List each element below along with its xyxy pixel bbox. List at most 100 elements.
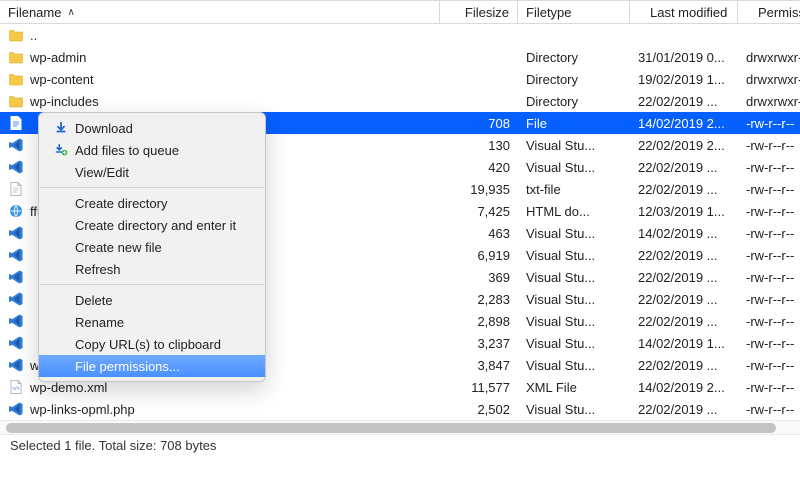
header-permissions[interactable]: Permissions <box>738 1 800 23</box>
ctx-delete[interactable]: Delete <box>39 289 265 311</box>
status-text: Selected 1 file. Total size: 708 bytes <box>10 438 216 453</box>
file-icon <box>8 181 24 197</box>
cell-modified: 22/02/2019 ... <box>630 244 738 266</box>
cell-filetype: Visual Stu... <box>518 134 630 156</box>
horizontal-scrollbar[interactable] <box>0 420 800 434</box>
cell-permissions: -rw-r--r-- <box>738 156 800 178</box>
ctx-download[interactable]: Download <box>39 117 265 139</box>
cell-filetype: XML File <box>518 376 630 398</box>
cell-filename: wp-includes <box>0 90 440 112</box>
filename-text: wp-includes <box>30 94 99 109</box>
ctx-copy-urls[interactable]: Copy URL(s) to clipboard <box>39 333 265 355</box>
context-menu: Download Add files to queue View/Edit Cr… <box>38 112 266 382</box>
cell-modified: 14/02/2019 1... <box>630 332 738 354</box>
cell-modified: 22/02/2019 ... <box>630 156 738 178</box>
cell-modified: 14/02/2019 ... <box>630 222 738 244</box>
cell-filesize: 708 <box>440 112 518 134</box>
table-row[interactable]: wp-contentDirectory19/02/2019 1...drwxrw… <box>0 68 800 90</box>
vscode-icon <box>8 247 24 263</box>
table-row[interactable]: wp-links-opml.php 2,502Visual Stu...22/02… <box>0 398 800 420</box>
table-row[interactable]: wp-includesDirectory22/02/2019 ...drwxrw… <box>0 90 800 112</box>
cell-modified: 12/03/2019 1... <box>630 200 738 222</box>
ctx-separator <box>40 284 264 285</box>
cell-filesize: 2,898 <box>440 310 518 332</box>
ctx-create-file[interactable]: Create new file <box>39 236 265 258</box>
cell-modified: 22/02/2019 ... <box>630 398 738 420</box>
cell-filename: wp-admin <box>0 46 440 68</box>
ctx-add-to-queue[interactable]: Add files to queue <box>39 139 265 161</box>
ctx-separator <box>40 187 264 188</box>
cell-modified <box>630 24 738 46</box>
cell-filetype: Visual Stu... <box>518 354 630 376</box>
cell-permissions: -rw-r--r-- <box>738 244 800 266</box>
cell-filesize <box>440 46 518 68</box>
ctx-view-edit[interactable]: View/Edit <box>39 161 265 183</box>
vscode-icon <box>8 225 24 241</box>
cell-permissions: -rw-r--r-- <box>738 398 800 420</box>
vscode-icon <box>8 335 24 351</box>
cell-filesize: 19,935 <box>440 178 518 200</box>
folder-icon <box>8 49 24 65</box>
cell-modified: 14/02/2019 2... <box>630 376 738 398</box>
cell-filesize <box>440 24 518 46</box>
ctx-file-permissions[interactable]: File permissions... <box>39 355 265 377</box>
cell-filesize <box>440 68 518 90</box>
cell-filesize: 2,283 <box>440 288 518 310</box>
cell-filetype: Directory <box>518 46 630 68</box>
cell-filetype: Visual Stu... <box>518 398 630 420</box>
ctx-create-directory[interactable]: Create directory <box>39 192 265 214</box>
cell-modified: 14/02/2019 2... <box>630 112 738 134</box>
header-filetype[interactable]: Filetype <box>518 1 630 23</box>
svg-text:</>: </> <box>12 386 19 392</box>
cell-permissions: drwxrwxr-x <box>738 90 800 112</box>
cell-filetype: Visual Stu... <box>518 288 630 310</box>
cell-filetype: Visual Stu... <box>518 156 630 178</box>
cell-filetype: Visual Stu... <box>518 266 630 288</box>
cell-filetype: File <box>518 112 630 134</box>
cell-permissions: -rw-r--r-- <box>738 134 800 156</box>
header-filesize[interactable]: Filesize <box>440 1 518 23</box>
cell-permissions: -rw-r--r-- <box>738 222 800 244</box>
ctx-refresh[interactable]: Refresh <box>39 258 265 280</box>
cell-filesize: 2,502 <box>440 398 518 420</box>
cell-permissions: -rw-r--r-- <box>738 288 800 310</box>
filename-text: wp-content <box>30 72 94 87</box>
vscode-icon <box>8 313 24 329</box>
folder-icon <box>8 93 24 109</box>
xml-icon: </> <box>8 379 24 395</box>
status-bar: Selected 1 file. Total size: 708 bytes <box>0 434 800 456</box>
cell-permissions: -rw-r--r-- <box>738 178 800 200</box>
ctx-create-directory-enter[interactable]: Create directory and enter it <box>39 214 265 236</box>
folder-icon <box>8 27 24 43</box>
vscode-icon <box>8 137 24 153</box>
folder-icon <box>8 71 24 87</box>
header-filename[interactable]: Filename ∧ <box>0 1 440 23</box>
filename-text: wp-links-opml.php <box>30 402 135 417</box>
horizontal-scrollbar-thumb[interactable] <box>6 423 776 433</box>
table-row[interactable]: .. <box>0 24 800 46</box>
vscode-icon <box>8 401 24 417</box>
cell-filename: wp-content <box>0 68 440 90</box>
cell-modified: 22/02/2019 ... <box>630 288 738 310</box>
cell-modified: 22/02/2019 ... <box>630 266 738 288</box>
header-last-modified[interactable]: Last modified <box>630 1 738 23</box>
ctx-rename[interactable]: Rename <box>39 311 265 333</box>
cell-filetype: Directory <box>518 68 630 90</box>
cell-filesize: 11,577 <box>440 376 518 398</box>
cell-modified: 22/02/2019 ... <box>630 354 738 376</box>
cell-permissions: drwxrwxr-x <box>738 68 800 90</box>
header-filename-label: Filename <box>8 5 61 20</box>
cell-filesize: 6,919 <box>440 244 518 266</box>
file-list: ..wp-adminDirectory31/01/2019 0...drwxrw… <box>0 24 800 420</box>
table-row[interactable]: wp-adminDirectory31/01/2019 0...drwxrwxr… <box>0 46 800 68</box>
cell-filesize: 130 <box>440 134 518 156</box>
cell-permissions: -rw-r--r-- <box>738 376 800 398</box>
cell-filename: wp-links-opml.php <box>0 398 440 420</box>
cell-permissions: -rw-r--r-- <box>738 332 800 354</box>
cell-permissions: -rw-r--r-- <box>738 310 800 332</box>
cell-filesize <box>440 90 518 112</box>
cell-filesize: 3,237 <box>440 332 518 354</box>
cell-permissions <box>738 24 800 46</box>
cell-filesize: 369 <box>440 266 518 288</box>
cell-filesize: 420 <box>440 156 518 178</box>
